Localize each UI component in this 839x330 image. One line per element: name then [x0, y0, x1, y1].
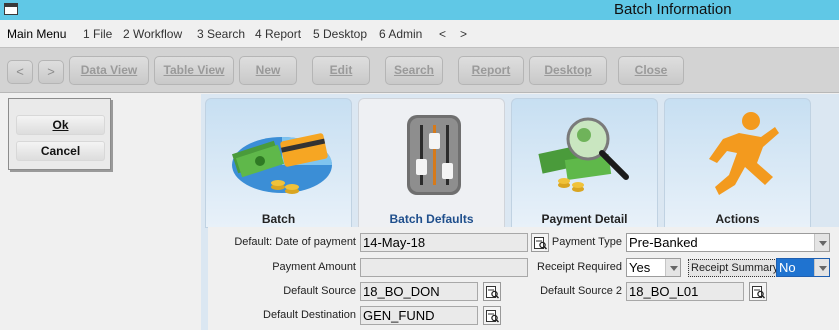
window-title: Batch Information — [614, 1, 732, 18]
window-icon[interactable] — [4, 3, 18, 15]
receipt-required-value: Yes — [629, 260, 651, 275]
chevron-down-icon[interactable] — [665, 259, 680, 276]
menu-bar: Main Menu 1 File 2 Workflow 3 Search 4 R… — [0, 22, 839, 44]
money-card-pie-icon — [231, 133, 332, 194]
tile-label: Payment Detail — [541, 212, 628, 226]
tile-payment-detail[interactable]: Payment Detail — [511, 98, 658, 228]
report-button[interactable]: Report — [458, 56, 524, 85]
default-destination-field[interactable]: GEN_FUND — [360, 306, 478, 325]
cancel-button[interactable]: Cancel — [16, 141, 105, 161]
payment-amount-label: Payment Amount — [272, 261, 356, 273]
desktop-button[interactable]: Desktop — [529, 56, 607, 85]
receipt-required-select[interactable]: Yes — [626, 258, 681, 277]
back-button[interactable]: < — [7, 60, 33, 84]
default-source-field[interactable]: 18_BO_DON — [360, 282, 478, 301]
ok-button[interactable]: Ok — [16, 115, 105, 135]
receipt-summary-select[interactable]: No — [776, 258, 830, 277]
toolbar: < > Data View Table View New Edit Search… — [0, 47, 839, 93]
tile-actions[interactable]: Actions — [664, 98, 811, 228]
date-of-payment-label: Default: Date of payment — [234, 236, 356, 248]
tile-label: Batch Defaults — [389, 212, 474, 226]
default-destination-label: Default Destination — [263, 309, 356, 321]
default-source-label: Default Source — [283, 285, 356, 297]
chevron-down-icon[interactable] — [814, 259, 829, 276]
lookup-icon — [752, 286, 765, 299]
tile-label: Batch — [261, 212, 296, 226]
receipt-summary-label: Receipt Summary — [688, 259, 782, 277]
receipt-summary-value: No — [779, 260, 796, 275]
tile-batch[interactable]: Batch — [205, 98, 352, 228]
close-button[interactable]: Close — [618, 56, 684, 85]
menu-workflow[interactable]: 2 Workflow — [123, 27, 182, 41]
sliders-icon — [407, 115, 461, 195]
payment-type-select[interactable]: Pre-Banked — [626, 233, 830, 252]
source-2-lookup-button[interactable] — [749, 282, 767, 301]
running-man-icon — [709, 112, 779, 195]
payment-type-value: Pre-Banked — [629, 235, 698, 250]
menu-main[interactable]: Main Menu — [7, 27, 66, 41]
chevron-down-icon[interactable] — [814, 234, 829, 251]
forward-button[interactable]: > — [38, 60, 64, 84]
tile-label: Actions — [715, 212, 760, 226]
destination-lookup-button[interactable] — [483, 306, 501, 325]
title-bar: Batch Information — [0, 0, 839, 20]
default-source-2-label: Default Source 2 — [540, 285, 622, 297]
menu-report[interactable]: 4 Report — [255, 27, 301, 41]
default-source-2-field[interactable]: 18_BO_L01 — [626, 282, 744, 301]
lookup-icon — [486, 286, 499, 299]
money-magnifier-icon — [538, 117, 629, 192]
dialog-box: Ok Cancel — [8, 98, 111, 170]
left-panel: Ok Cancel — [0, 94, 201, 330]
table-view-button[interactable]: Table View — [154, 56, 234, 85]
lookup-icon — [486, 310, 499, 323]
search-button[interactable]: Search — [385, 56, 443, 85]
menu-back[interactable]: < — [439, 27, 446, 41]
receipt-required-label: Receipt Required — [537, 261, 622, 273]
menu-admin[interactable]: 6 Admin — [379, 27, 422, 41]
menu-forward[interactable]: > — [460, 27, 467, 41]
new-button[interactable]: New — [239, 56, 297, 85]
payment-type-label: Payment Type — [551, 236, 622, 248]
menu-file[interactable]: 1 File — [83, 27, 112, 41]
menu-desktop[interactable]: 5 Desktop — [313, 27, 367, 41]
menu-search[interactable]: 3 Search — [197, 27, 245, 41]
edit-button[interactable]: Edit — [312, 56, 370, 85]
tile-batch-defaults[interactable]: Batch Defaults — [358, 98, 505, 228]
payment-amount-field[interactable] — [360, 258, 528, 277]
data-view-button[interactable]: Data View — [69, 56, 149, 85]
batch-defaults-form: Default: Date of payment 14-May-18 Payme… — [208, 227, 839, 330]
source-lookup-button[interactable] — [483, 282, 501, 301]
date-of-payment-field[interactable]: 14-May-18 — [360, 233, 528, 252]
